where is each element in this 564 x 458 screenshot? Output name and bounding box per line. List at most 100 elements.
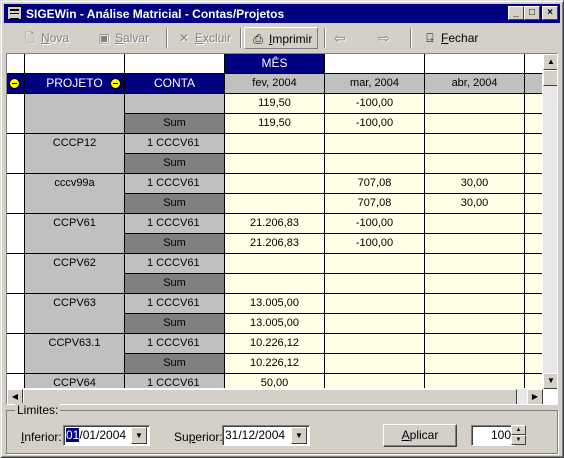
value-cell[interactable] bbox=[225, 254, 325, 274]
new-button[interactable]: 🗋 Nova bbox=[22, 27, 69, 49]
month-header[interactable] bbox=[525, 74, 542, 94]
vertical-scrollbar[interactable]: ▲ ▼ bbox=[543, 54, 557, 389]
scroll-down-button[interactable]: ▼ bbox=[543, 373, 557, 389]
horizontal-scroll-thumb[interactable] bbox=[23, 389, 517, 404]
value-cell[interactable]: 50,00 bbox=[225, 374, 325, 388]
value-cell[interactable] bbox=[425, 254, 525, 274]
save-button[interactable]: ▣ Salvar bbox=[96, 27, 149, 49]
maximize-button[interactable]: □ bbox=[524, 6, 540, 20]
inferior-dropdown-button[interactable]: ▼ bbox=[131, 427, 147, 444]
value-cell[interactable] bbox=[425, 134, 525, 154]
sum-label-cell: Sum bbox=[125, 154, 225, 174]
projeto-cell[interactable] bbox=[25, 94, 125, 134]
row-indicator[interactable] bbox=[7, 374, 25, 388]
minimize-button[interactable]: _ bbox=[508, 6, 524, 20]
projeto-cell[interactable]: CCPV61 bbox=[25, 214, 125, 254]
scroll-right-button[interactable]: ▶ bbox=[527, 389, 543, 404]
printer-icon: ⎙ bbox=[253, 32, 263, 46]
month-header[interactable]: fev, 2004 bbox=[225, 74, 325, 94]
row-indicator[interactable] bbox=[7, 214, 25, 254]
value-cell[interactable] bbox=[525, 214, 542, 234]
projeto-cell[interactable]: CCPV63.1 bbox=[25, 334, 125, 374]
conta-cell[interactable]: 1 CCCV61 bbox=[125, 334, 225, 354]
value-cell[interactable]: 30,00 bbox=[425, 174, 525, 194]
value-cell[interactable] bbox=[525, 134, 542, 154]
value-cell[interactable] bbox=[225, 174, 325, 194]
arrow-down-icon: ▼ bbox=[547, 376, 555, 385]
superior-date-field[interactable]: 31/12/2004 ▼ bbox=[222, 425, 310, 446]
arrow-up-icon: ▲ bbox=[515, 427, 522, 433]
month-header[interactable]: mar, 2004 bbox=[325, 74, 425, 94]
value-cell[interactable] bbox=[425, 294, 525, 314]
value-cell[interactable] bbox=[325, 374, 425, 388]
collapse-icon[interactable] bbox=[110, 78, 121, 89]
conta-cell[interactable]: 1 CCCV61 bbox=[125, 134, 225, 154]
vertical-scroll-thumb[interactable] bbox=[543, 70, 557, 86]
value-cell[interactable] bbox=[425, 214, 525, 234]
projeto-cell[interactable]: CCCP12 bbox=[25, 134, 125, 174]
value-cell[interactable] bbox=[525, 94, 542, 114]
value-cell[interactable]: -100,00 bbox=[325, 214, 425, 234]
row-collapse-cell[interactable] bbox=[7, 74, 25, 94]
next-button[interactable]: ⇨ bbox=[378, 27, 390, 49]
value-cell[interactable] bbox=[325, 334, 425, 354]
row-indicator[interactable] bbox=[7, 174, 25, 214]
inferior-date-field[interactable]: 01/01/2004 ▼ bbox=[63, 425, 150, 446]
sum-value-cell bbox=[325, 354, 425, 374]
conta-cell[interactable]: 1 CCCV61 bbox=[125, 374, 225, 388]
app-icon[interactable] bbox=[7, 6, 22, 20]
projeto-cell[interactable]: CCPV64 bbox=[25, 374, 125, 388]
zoom-increment-button[interactable]: ▲ bbox=[511, 425, 526, 435]
sum-value-cell bbox=[525, 194, 542, 214]
apply-button[interactable]: Aplicar bbox=[383, 424, 457, 447]
delete-button[interactable]: ✕ Excluir bbox=[176, 27, 231, 49]
row-indicator[interactable] bbox=[7, 254, 25, 294]
conta-cell[interactable]: 1 CCCV61 bbox=[125, 294, 225, 314]
toolbar: 🗋 Nova ▣ Salvar ✕ Excluir ⎙ Imprimir ⇦ ⇨ ⍈ Fe… bbox=[4, 25, 560, 51]
collapse-icon[interactable] bbox=[9, 78, 20, 89]
value-cell[interactable] bbox=[425, 94, 525, 114]
previous-button[interactable]: ⇦ bbox=[334, 27, 346, 49]
value-cell[interactable] bbox=[425, 374, 525, 388]
conta-cell[interactable]: 1 CCCV61 bbox=[125, 254, 225, 274]
value-cell[interactable] bbox=[325, 294, 425, 314]
value-cell[interactable] bbox=[325, 134, 425, 154]
value-cell[interactable]: 10.226,12 bbox=[225, 334, 325, 354]
zoom-field[interactable]: 100 bbox=[471, 425, 515, 446]
conta-cell[interactable]: 1 CCCV61 bbox=[125, 214, 225, 234]
value-cell[interactable] bbox=[525, 174, 542, 194]
value-cell[interactable] bbox=[225, 134, 325, 154]
value-cell[interactable] bbox=[525, 374, 542, 388]
conta-cell[interactable] bbox=[125, 94, 225, 114]
value-cell[interactable] bbox=[425, 334, 525, 354]
row-indicator[interactable] bbox=[7, 334, 25, 374]
value-cell[interactable]: -100,00 bbox=[325, 94, 425, 114]
row-indicator[interactable] bbox=[7, 134, 25, 174]
horizontal-scrollbar[interactable]: ◀ ▶ bbox=[7, 389, 543, 404]
projeto-cell[interactable]: CCPV62 bbox=[25, 254, 125, 294]
value-cell[interactable]: 13.005,00 bbox=[225, 294, 325, 314]
conta-header[interactable]: CONTA bbox=[125, 74, 225, 94]
value-cell[interactable] bbox=[325, 254, 425, 274]
value-cell[interactable]: 707,08 bbox=[325, 174, 425, 194]
projeto-cell[interactable]: cccv99a bbox=[25, 174, 125, 214]
value-cell[interactable]: 21.206,83 bbox=[225, 214, 325, 234]
value-cell[interactable]: 119,50 bbox=[225, 94, 325, 114]
conta-cell[interactable]: 1 CCCV61 bbox=[125, 174, 225, 194]
projeto-cell[interactable]: CCPV63 bbox=[25, 294, 125, 334]
print-button[interactable]: ⎙ Imprimir bbox=[244, 27, 319, 49]
close-button[interactable]: × bbox=[542, 6, 558, 20]
value-cell[interactable] bbox=[525, 294, 542, 314]
value-cell[interactable] bbox=[525, 254, 542, 274]
sum-value-cell: 30,00 bbox=[425, 194, 525, 214]
row-indicator[interactable] bbox=[7, 294, 25, 334]
month-group-header[interactable]: MÊS bbox=[225, 54, 325, 74]
zoom-decrement-button[interactable]: ▼ bbox=[511, 435, 526, 445]
superior-dropdown-button[interactable]: ▼ bbox=[291, 427, 307, 444]
scroll-up-button[interactable]: ▲ bbox=[543, 54, 557, 70]
close-window-button[interactable]: ⍈ Fechar bbox=[422, 27, 478, 49]
row-indicator[interactable] bbox=[7, 94, 25, 134]
month-header[interactable]: abr, 2004 bbox=[425, 74, 525, 94]
projeto-header[interactable]: PROJETO bbox=[25, 74, 125, 94]
value-cell[interactable] bbox=[525, 334, 542, 354]
